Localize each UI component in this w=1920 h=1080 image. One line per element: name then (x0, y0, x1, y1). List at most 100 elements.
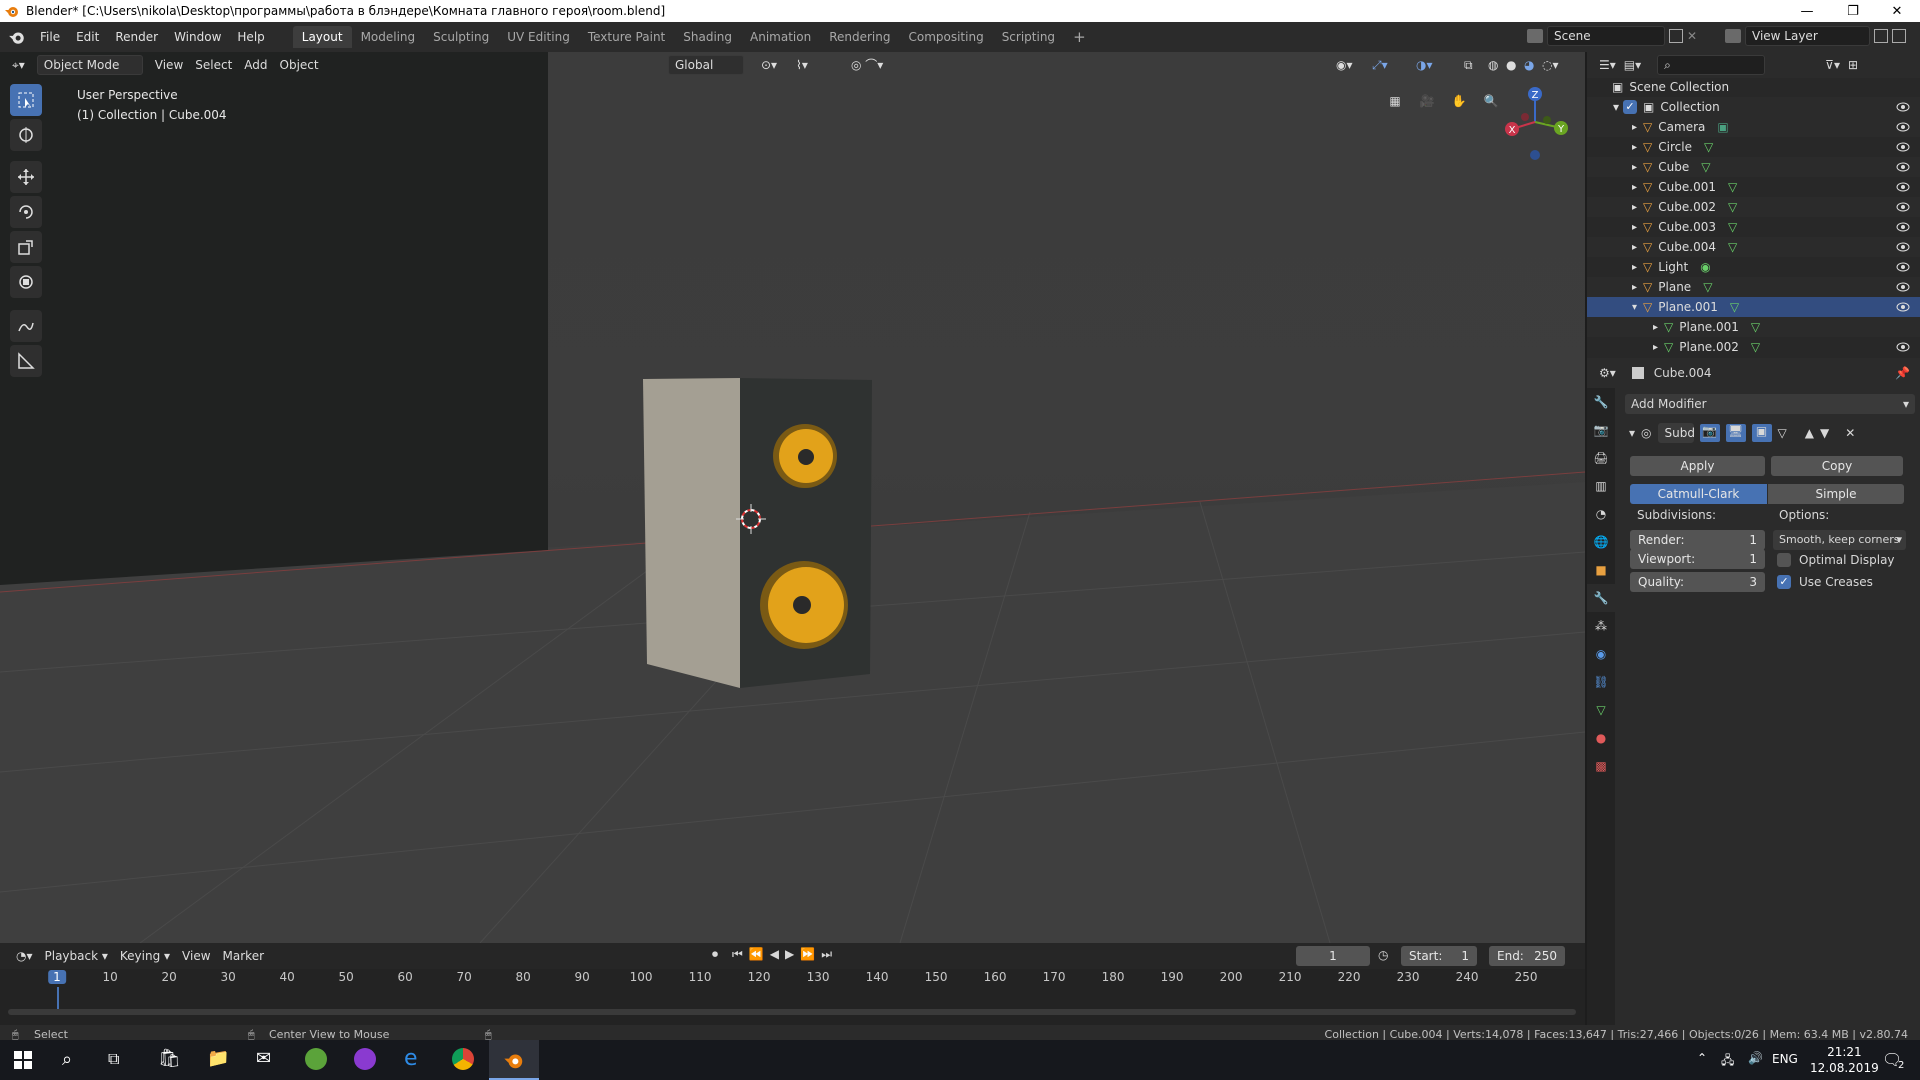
move-down-icon[interactable]: ▼ (1820, 426, 1829, 440)
output-tab-icon[interactable]: 🖨 (1587, 444, 1615, 472)
eye-icon[interactable] (1896, 202, 1910, 212)
move-tool[interactable] (10, 161, 42, 193)
outliner-item[interactable]: ▸ ▽ Cube.001 ▽ (1587, 177, 1920, 197)
outliner-scene-collection[interactable]: ▣ Scene Collection (1587, 77, 1920, 97)
eye-icon[interactable] (1896, 282, 1910, 292)
material-tab-icon[interactable]: ● (1587, 724, 1615, 752)
world-tab-icon[interactable]: 🌐 (1587, 528, 1615, 556)
object-data-icon[interactable]: ▽ (1728, 240, 1737, 254)
overlay-toggle-icon[interactable]: ◑▾ (1410, 55, 1439, 75)
gizmo-toggle-icon[interactable]: ⤢▾ (1366, 55, 1394, 75)
object-data-icon[interactable]: ▣ (1717, 120, 1728, 134)
snap-icon[interactable]: ⌇▾ (790, 55, 814, 75)
properties-editor-icon[interactable]: ⚙▾ (1599, 366, 1616, 380)
viewport-levels-field[interactable]: Viewport: 1 (1630, 549, 1765, 569)
editor-type-icon[interactable]: ⌖▾ (6, 55, 31, 75)
menu-object[interactable]: Object (274, 55, 325, 75)
menu-add[interactable]: Add (238, 55, 273, 75)
expand-chevron-icon[interactable]: ▸ (1632, 242, 1637, 253)
outliner-item[interactable]: ▾ ▽ Plane.001 ▽ (1587, 297, 1920, 317)
render-tab-icon[interactable]: 📷 (1587, 416, 1615, 444)
object-data-icon[interactable]: ▽ (1728, 220, 1737, 234)
outliner-item[interactable]: ▸ ▽ Plane.001 ▽ (1587, 317, 1920, 337)
render-levels-field[interactable]: Render: 1 (1630, 530, 1765, 550)
outliner-item[interactable]: ▸ ▽ Cube ▽ (1587, 157, 1920, 177)
expand-chevron-icon[interactable]: ▸ (1632, 122, 1637, 133)
object-data-icon[interactable]: ▽ (1704, 140, 1713, 154)
object-data-icon[interactable]: ▽ (1751, 340, 1760, 354)
object-data-tab-icon[interactable]: ▽ (1587, 696, 1615, 724)
eye-icon[interactable] (1896, 122, 1910, 132)
show-cage-icon[interactable]: ▽ (1778, 426, 1787, 440)
tab-layout[interactable]: Layout (292, 26, 352, 48)
outliner-search[interactable]: ⌕ (1657, 55, 1766, 75)
menu-edit[interactable]: Edit (68, 26, 107, 48)
cursor-tool[interactable] (10, 119, 42, 151)
navigation-gizmo[interactable]: Z Y X (1495, 82, 1575, 162)
scene-selector[interactable]: Scene (1547, 26, 1665, 46)
menu-render[interactable]: Render (107, 26, 166, 48)
eye-icon[interactable] (1896, 182, 1910, 192)
expand-chevron-icon[interactable]: ▸ (1632, 282, 1637, 293)
collection-checkbox[interactable]: ✓ (1623, 100, 1638, 114)
uv-smooth-dropdown[interactable]: Smooth, keep corners ▾ (1773, 530, 1906, 550)
menu-select[interactable]: Select (189, 55, 238, 75)
object-data-icon[interactable]: ▽ (1701, 160, 1710, 174)
rotate-tool[interactable] (10, 196, 42, 228)
outliner-item[interactable]: ▸ ▽ Cube.004 ▽ (1587, 237, 1920, 257)
add-workspace-button[interactable]: + (1064, 26, 1095, 48)
expand-chevron-icon[interactable]: ▸ (1653, 322, 1658, 333)
expand-chevron-icon[interactable]: ▸ (1632, 182, 1637, 193)
expand-chevron-icon[interactable]: ▸ (1632, 262, 1637, 273)
timeline-scrollbar[interactable] (8, 1009, 1576, 1015)
clock[interactable]: 21:21 12.08.2019 (1810, 1044, 1879, 1076)
search-icon[interactable]: ⌕ (62, 1049, 72, 1070)
outliner-item[interactable]: ▸ ▽ Plane ▽ (1587, 277, 1920, 297)
eye-icon[interactable] (1896, 262, 1910, 272)
remove-view-layer-icon[interactable] (1892, 29, 1906, 43)
menu-help[interactable]: Help (229, 26, 272, 48)
expand-chevron-icon[interactable]: ▸ (1632, 162, 1637, 173)
transform-tool[interactable] (10, 266, 42, 298)
new-view-layer-icon[interactable] (1874, 29, 1888, 43)
blender-menu-icon[interactable] (8, 29, 26, 45)
eye-icon[interactable] (1896, 302, 1910, 312)
playhead[interactable] (57, 987, 59, 1009)
pivot-point-icon[interactable]: ⊙▾ (755, 55, 783, 75)
pan-view-icon[interactable]: ✋ (1446, 88, 1472, 114)
modifier-name-field[interactable]: Subd (1657, 423, 1695, 443)
task-view-icon[interactable]: ⧉ (108, 1049, 119, 1069)
tab-rendering[interactable]: Rendering (820, 26, 899, 48)
tab-compositing[interactable]: Compositing (899, 26, 992, 48)
use-creases-option[interactable]: ✓ Use Creases (1777, 575, 1873, 589)
eye-icon[interactable] (1896, 142, 1910, 152)
outliner-item[interactable]: ▸ ▽ Circle ▽ (1587, 137, 1920, 157)
menu-view[interactable]: View (149, 55, 189, 75)
remove-scene-icon[interactable]: ✕ (1687, 29, 1697, 43)
object-data-icon[interactable]: ◉ (1700, 260, 1710, 274)
expand-chevron-icon[interactable]: ▾ (1632, 302, 1637, 313)
toggle-camera-ortho-icon[interactable]: ▦ (1382, 88, 1408, 114)
store-icon[interactable]: 🛍 (158, 1048, 181, 1069)
view-layer-selector[interactable]: View Layer (1745, 26, 1870, 46)
tab-texture-paint[interactable]: Texture Paint (579, 26, 674, 48)
visibility-icon[interactable]: ◉▾ (1330, 55, 1359, 75)
texture-tab-icon[interactable]: ▩ (1587, 752, 1615, 780)
outliner-item[interactable]: ▸ ▽ Plane.002 ▽ (1587, 337, 1920, 357)
expand-chevron-icon[interactable]: ▸ (1632, 222, 1637, 233)
minimize-button[interactable]: — (1784, 0, 1830, 22)
eye-icon[interactable] (1896, 102, 1910, 112)
tab-scripting[interactable]: Scripting (993, 26, 1064, 48)
outliner-editor-icon[interactable]: ☰▾ (1599, 58, 1616, 72)
blender-taskbar-button[interactable] (489, 1040, 539, 1080)
expand-chevron-icon[interactable]: ▸ (1632, 202, 1637, 213)
object-tab-icon[interactable]: ■ (1587, 556, 1615, 584)
object-data-icon[interactable]: ▽ (1751, 320, 1760, 334)
xray-icon[interactable]: ⧉ (1458, 55, 1479, 75)
volume-icon[interactable]: 🔊 (1748, 1051, 1763, 1065)
tab-animation[interactable]: Animation (741, 26, 820, 48)
constraints-tab-icon[interactable]: ⛓ (1587, 668, 1615, 696)
physics-tab-icon[interactable]: ◉ (1587, 640, 1615, 668)
use-creases-checkbox[interactable]: ✓ (1777, 575, 1791, 589)
optimal-display-checkbox[interactable] (1777, 553, 1791, 567)
